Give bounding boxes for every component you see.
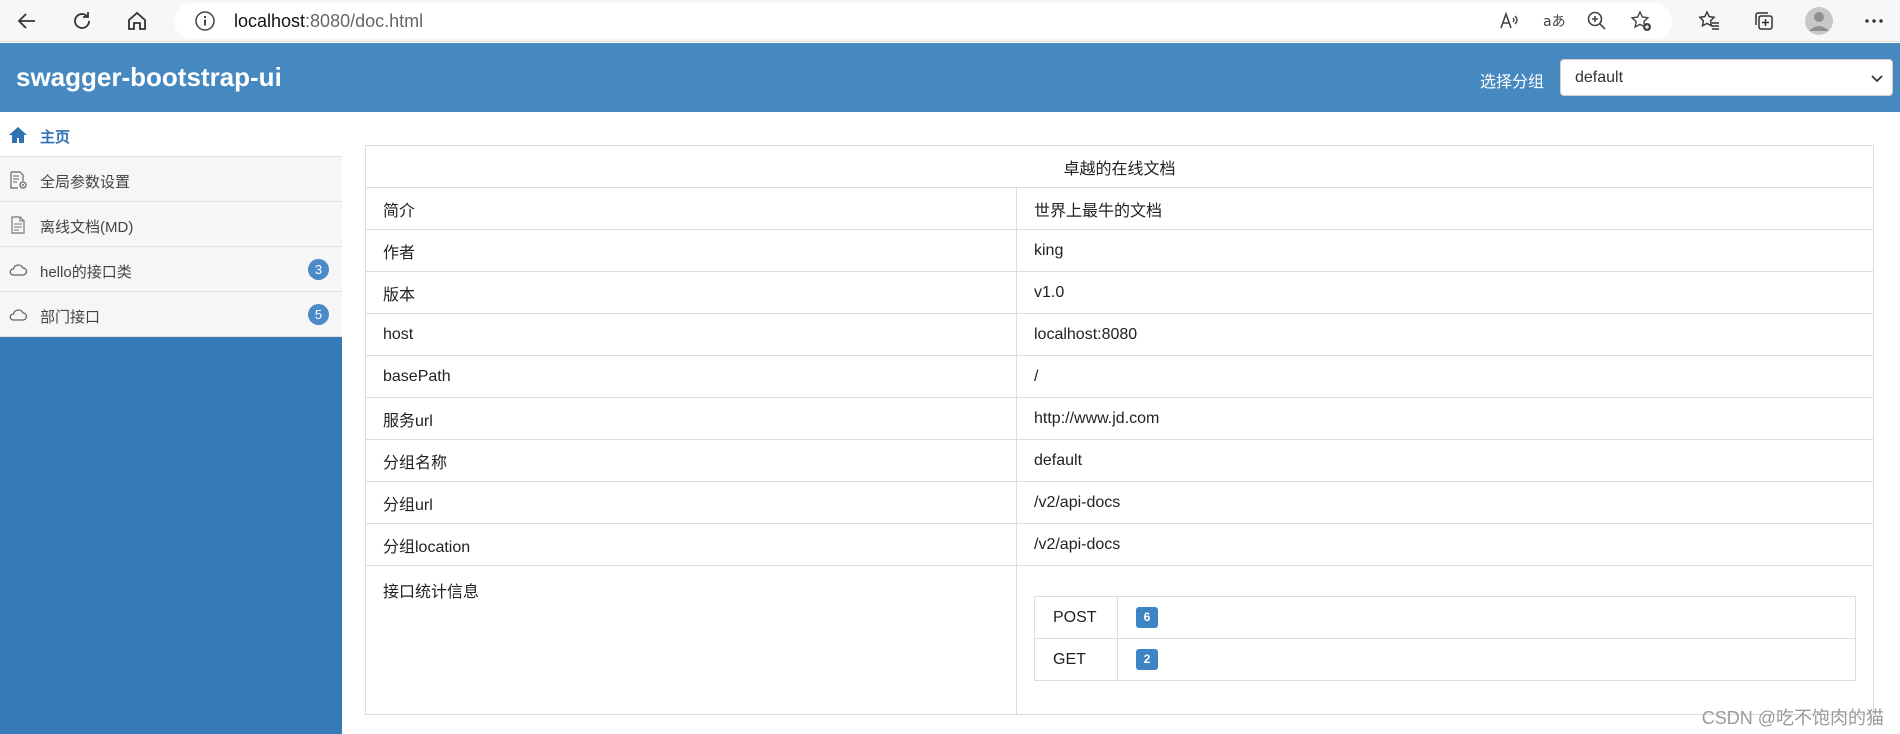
sidebar-item-dept-api[interactable]: 部门接口 5: [0, 292, 342, 337]
collections-icon: [1755, 12, 1773, 30]
settings-doc-icon: [10, 171, 27, 189]
sidebar: 主页 全局参数设置 离线文档(MD) hello的接口类 3 部门接口 5: [0, 112, 342, 734]
count-badge: 3: [308, 259, 329, 280]
read-aloud-icon: [1500, 11, 1518, 29]
sidebar-item-home[interactable]: 主页: [0, 112, 342, 157]
row-value: http://www.jd.com: [1015, 397, 1875, 440]
sidebar-item-offline-doc[interactable]: 离线文档(MD): [0, 202, 342, 247]
row-value: localhost:8080: [1015, 313, 1875, 356]
more-icon: [1865, 19, 1883, 23]
app-header: swagger-bootstrap-ui 选择分组 default: [0, 43, 1900, 112]
profile-button[interactable]: [1802, 4, 1836, 38]
cloud-icon: [9, 264, 28, 276]
row-key: 版本: [365, 271, 1017, 314]
favorites-button[interactable]: [1692, 4, 1726, 38]
profile-icon: [1805, 7, 1833, 35]
browser-toolbar: localhost:8080/doc.html aあ: [0, 0, 1900, 42]
refresh-icon: [74, 12, 90, 29]
translate-button[interactable]: aあ: [1536, 4, 1570, 38]
translate-icon: aあ: [1543, 14, 1565, 30]
info-icon[interactable]: [194, 10, 216, 32]
table-row: 服务url http://www.jd.com: [365, 397, 1875, 440]
method-count-cell: 2: [1117, 638, 1856, 681]
sidebar-item-label: 全局参数设置: [40, 174, 131, 191]
table-row: host localhost:8080: [365, 313, 1875, 356]
table-row: basePath /: [365, 355, 1875, 398]
cloud-icon: [9, 309, 28, 321]
address-bar[interactable]: localhost:8080/doc.html aあ: [174, 3, 1672, 39]
method-stat-row: GET 2: [1034, 638, 1856, 681]
row-key: 分组url: [365, 481, 1017, 524]
svg-text:aあ: aあ: [1543, 14, 1565, 30]
sidebar-item-global-params[interactable]: 全局参数设置: [0, 157, 342, 202]
row-key: 分组location: [365, 523, 1017, 566]
doc-title: 卓越的在线文档: [364, 145, 1875, 188]
method-name: POST: [1034, 596, 1118, 639]
stats-row: 接口统计信息 POST 6 GET 2: [365, 565, 1875, 715]
table-row: 分组url/v2/api-docs: [365, 481, 1875, 524]
url-path: :8080/doc.html: [305, 11, 424, 31]
row-value: /v2/api-docs: [1015, 481, 1875, 524]
row-value: /v2/api-docs: [1015, 523, 1875, 566]
watermark: CSDN @吃不饱肉的猫: [1701, 708, 1884, 728]
sidebar-item-label: 主页: [40, 129, 71, 146]
sidebar-menu: 主页 全局参数设置 离线文档(MD) hello的接口类 3 部门接口 5: [0, 112, 342, 337]
read-aloud-button[interactable]: [1492, 4, 1526, 38]
home-icon: [128, 11, 146, 30]
method-stat-row: POST 6: [1034, 596, 1856, 639]
zoom-button[interactable]: [1580, 4, 1614, 38]
row-key: 作者: [365, 229, 1017, 272]
home-icon: [9, 127, 27, 143]
group-select-label: 选择分组: [1480, 74, 1545, 91]
table-row: 分组location/v2/api-docs: [365, 523, 1875, 566]
favorites-icon: [1698, 10, 1719, 30]
method-count-badge: 2: [1136, 649, 1158, 670]
table-title-row: 卓越的在线文档: [364, 145, 1875, 188]
row-key: host: [365, 313, 1017, 356]
doc-info-table: 卓越的在线文档 简介 世界上最牛的文档 作者 king 版本 v1.0 host loc…: [364, 145, 1875, 715]
sidebar-item-label: 部门接口: [40, 309, 101, 326]
row-key: basePath: [365, 355, 1017, 398]
row-key: 简介: [365, 187, 1017, 230]
stats-cell: POST 6 GET 2: [1015, 565, 1875, 715]
chevron-down-icon: [1871, 75, 1883, 83]
row-value: v1.0: [1015, 271, 1875, 314]
sidebar-item-label: hello的接口类: [40, 264, 132, 281]
sidebar-item-label: 离线文档(MD): [40, 219, 134, 236]
stats-label: 接口统计信息: [365, 565, 1017, 715]
method-count-badge: 6: [1136, 607, 1158, 628]
collections-button[interactable]: [1747, 4, 1781, 38]
table-row: 作者 king: [365, 229, 1875, 272]
group-select-value: default: [1575, 69, 1624, 86]
table-row: 分组名称 default: [365, 439, 1875, 482]
row-value: /: [1015, 355, 1875, 398]
group-select[interactable]: default: [1560, 59, 1893, 96]
url-text[interactable]: localhost:8080/doc.html: [234, 11, 423, 32]
count-badge: 5: [308, 304, 329, 325]
add-favorite-icon: [1630, 10, 1651, 31]
url-host: localhost: [234, 11, 306, 31]
app-title[interactable]: swagger-bootstrap-ui: [16, 62, 282, 93]
zoom-icon: [1587, 11, 1606, 30]
table-row: 版本 v1.0: [365, 271, 1875, 314]
refresh-button[interactable]: [65, 4, 99, 38]
row-value: 世界上最牛的文档: [1015, 187, 1875, 230]
document-icon: [11, 216, 25, 234]
table-row: 简介 世界上最牛的文档: [365, 187, 1875, 230]
method-count-cell: 6: [1117, 596, 1856, 639]
row-key: 服务url: [365, 397, 1017, 440]
add-favorite-button[interactable]: [1624, 4, 1658, 38]
back-icon: [17, 13, 35, 29]
row-key: 分组名称: [365, 439, 1017, 482]
sidebar-item-hello-api[interactable]: hello的接口类 3: [0, 247, 342, 292]
method-stats-table: POST 6 GET 2: [1034, 596, 1856, 681]
row-value: king: [1015, 229, 1875, 272]
home-button[interactable]: [120, 4, 154, 38]
back-button[interactable]: [10, 4, 44, 38]
method-name: GET: [1034, 638, 1118, 681]
more-button[interactable]: [1857, 4, 1891, 38]
row-value: default: [1015, 439, 1875, 482]
